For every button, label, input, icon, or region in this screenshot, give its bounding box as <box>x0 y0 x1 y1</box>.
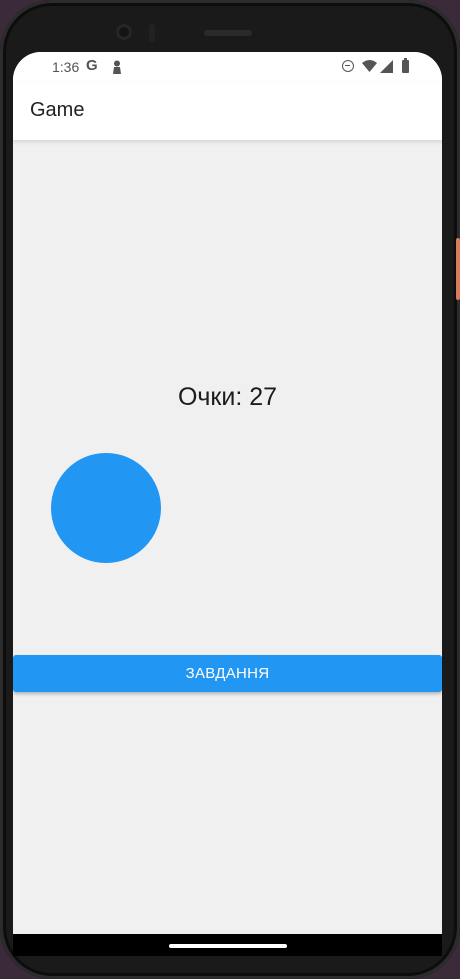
google-icon: G <box>86 57 98 74</box>
wifi-icon <box>362 60 377 72</box>
phone-frame: 1:36 G Game Очки: 27 ЗАВДАННЯ <box>0 0 460 979</box>
status-time: 1:36 <box>52 59 80 75</box>
score-label: Очки: 27 <box>177 383 278 411</box>
app-bar: Game <box>13 82 442 140</box>
screen: 1:36 G Game Очки: 27 ЗАВДАННЯ <box>13 52 442 934</box>
earpiece-speaker <box>204 30 252 36</box>
target-circle[interactable] <box>51 453 161 563</box>
sensor <box>149 24 155 42</box>
front-camera <box>116 24 132 40</box>
task-button[interactable]: ЗАВДАННЯ <box>13 655 442 692</box>
do-not-disturb-icon <box>342 60 354 72</box>
side-power-button <box>456 238 460 300</box>
battery-icon <box>402 58 409 73</box>
status-bar: 1:36 G <box>13 52 442 82</box>
person-icon <box>113 60 121 74</box>
home-gesture-handle[interactable] <box>169 944 287 948</box>
signal-icon <box>380 60 393 73</box>
app-title: Game <box>30 99 85 121</box>
navigation-bar <box>13 934 442 956</box>
